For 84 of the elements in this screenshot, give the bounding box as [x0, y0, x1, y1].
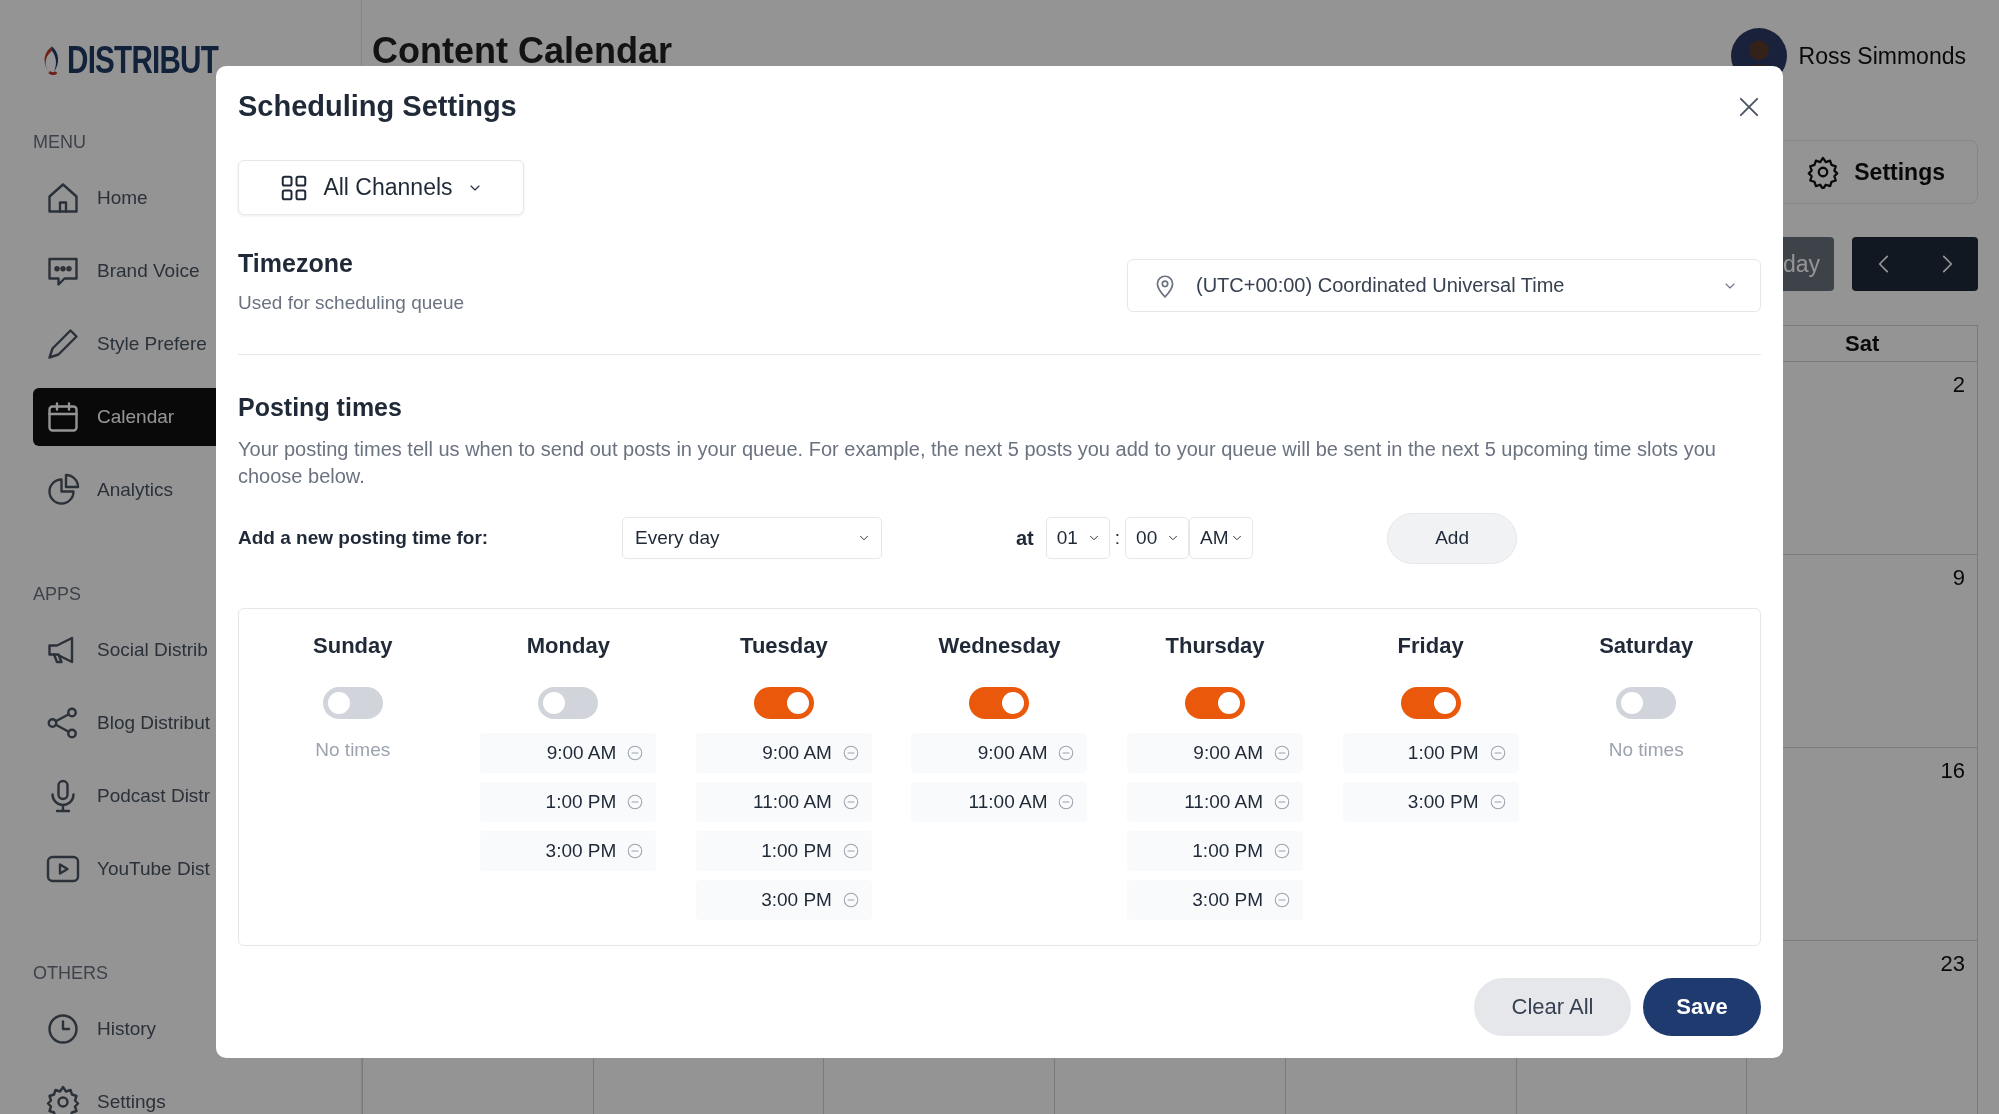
- time-text: 3:00 PM: [1192, 889, 1264, 911]
- toggle-switch[interactable]: [753, 687, 814, 719]
- time-text: 1:00 PM: [761, 840, 832, 862]
- section-label: APPS: [33, 584, 83, 605]
- time-text: 3:00 PM: [1407, 791, 1479, 813]
- time-text: 9:00 AM: [546, 742, 617, 764]
- remove-icon[interactable]: [841, 744, 860, 762]
- sidebar-item[interactable]: Podcast Distr: [33, 767, 333, 825]
- time-text: 11:00 AM: [968, 791, 1048, 813]
- time-text: 3:00 PM: [545, 840, 617, 862]
- time-text: 11:00 AM: [1184, 791, 1264, 813]
- day-name: Thursday: [1165, 633, 1265, 660]
- toggle-switch[interactable]: [1185, 687, 1246, 719]
- time-text: 1:00 PM: [1192, 840, 1264, 862]
- empty-text: No times: [315, 739, 391, 761]
- minute-dropdown[interactable]: 00: [1125, 517, 1190, 560]
- pie-chart-icon: [45, 472, 81, 508]
- day-dropdown[interactable]: Every day: [622, 517, 882, 560]
- time-text: 9:00 AM: [977, 742, 1048, 764]
- add-button[interactable]: Add: [1387, 512, 1518, 564]
- home-icon: [45, 180, 81, 216]
- logo-icon: [43, 45, 61, 75]
- day-name: Tuesday: [740, 633, 828, 660]
- remove-icon[interactable]: [841, 793, 860, 811]
- sidebar-item[interactable]: YouTube Dist: [33, 840, 333, 898]
- remove-icon[interactable]: [626, 793, 645, 811]
- remove-icon[interactable]: [1488, 744, 1507, 762]
- section-label: OTHERS: [33, 963, 109, 984]
- day-name: Monday: [526, 633, 610, 660]
- sidebar-item[interactable]: History: [33, 1000, 333, 1058]
- remove-icon[interactable]: [1273, 891, 1292, 909]
- calendar-icon: [45, 399, 81, 435]
- timezone-dropdown[interactable]: (UTC+00:00) Coordinated Universal Time: [1127, 259, 1761, 313]
- day-name: Friday: [1397, 633, 1464, 660]
- remove-icon[interactable]: [1488, 793, 1507, 811]
- time-text: 11:00 AM: [753, 791, 832, 813]
- toggle-switch[interactable]: [322, 687, 383, 719]
- clear-all-button[interactable]: Clear All: [1474, 978, 1631, 1036]
- clock-icon: [45, 1011, 81, 1047]
- remove-icon[interactable]: [841, 891, 860, 909]
- remove-icon[interactable]: [1273, 744, 1292, 762]
- remove-icon[interactable]: [1057, 744, 1076, 762]
- remove-icon[interactable]: [841, 842, 860, 860]
- period-dropdown[interactable]: AM: [1189, 517, 1254, 560]
- gear-icon: [45, 1084, 81, 1114]
- pencil-icon: [45, 326, 81, 362]
- empty-text: No times: [1608, 739, 1684, 761]
- remove-icon[interactable]: [1273, 793, 1292, 811]
- remove-icon[interactable]: [626, 842, 645, 860]
- user-name: Ross Simmonds: [1798, 42, 1966, 70]
- day-name: Wednesday: [938, 633, 1061, 660]
- logo-text: DISTRIBUT: [67, 38, 219, 82]
- remove-icon[interactable]: [1273, 842, 1292, 860]
- at-label: at: [1016, 526, 1034, 550]
- remove-icon[interactable]: [626, 744, 645, 762]
- section-label: MENU: [33, 132, 87, 153]
- date-number: 9: [1952, 565, 1965, 591]
- time-text: 1:00 PM: [545, 791, 617, 813]
- toggle-switch[interactable]: [1400, 687, 1461, 719]
- time-text: 3:00 PM: [761, 889, 832, 911]
- day-name: Sunday: [313, 633, 393, 660]
- settings-icon: [1806, 155, 1841, 189]
- hour-dropdown[interactable]: 01: [1045, 517, 1110, 560]
- time-text: 9:00 AM: [1193, 742, 1264, 764]
- section-subtitle: Used for scheduling queue: [238, 292, 465, 315]
- toggle-switch[interactable]: [538, 687, 599, 719]
- time-separator: :: [1114, 527, 1121, 550]
- date-number: 16: [1940, 758, 1965, 784]
- page-title: Content Calendar: [372, 30, 673, 72]
- time-text: 1:00 PM: [1407, 742, 1479, 764]
- dialog-title: Scheduling Settings: [238, 90, 517, 124]
- remove-icon[interactable]: [1057, 793, 1076, 811]
- section-title: Timezone: [238, 249, 354, 279]
- toggle-switch[interactable]: [1616, 687, 1677, 719]
- time-text: 9:00 AM: [762, 742, 832, 764]
- date-number: 23: [1940, 951, 1965, 977]
- toggle-switch[interactable]: [969, 687, 1030, 719]
- channel-dropdown[interactable]: All Channels: [238, 159, 524, 216]
- date-number: 2: [1952, 372, 1965, 398]
- field-label: Add a new posting time for:: [238, 527, 490, 550]
- sidebar-item[interactable]: Style Prefere: [33, 315, 333, 373]
- save-button[interactable]: Save: [1643, 978, 1761, 1036]
- day-name: Saturday: [1599, 633, 1694, 660]
- sidebar-item[interactable]: Settings: [33, 1073, 333, 1114]
